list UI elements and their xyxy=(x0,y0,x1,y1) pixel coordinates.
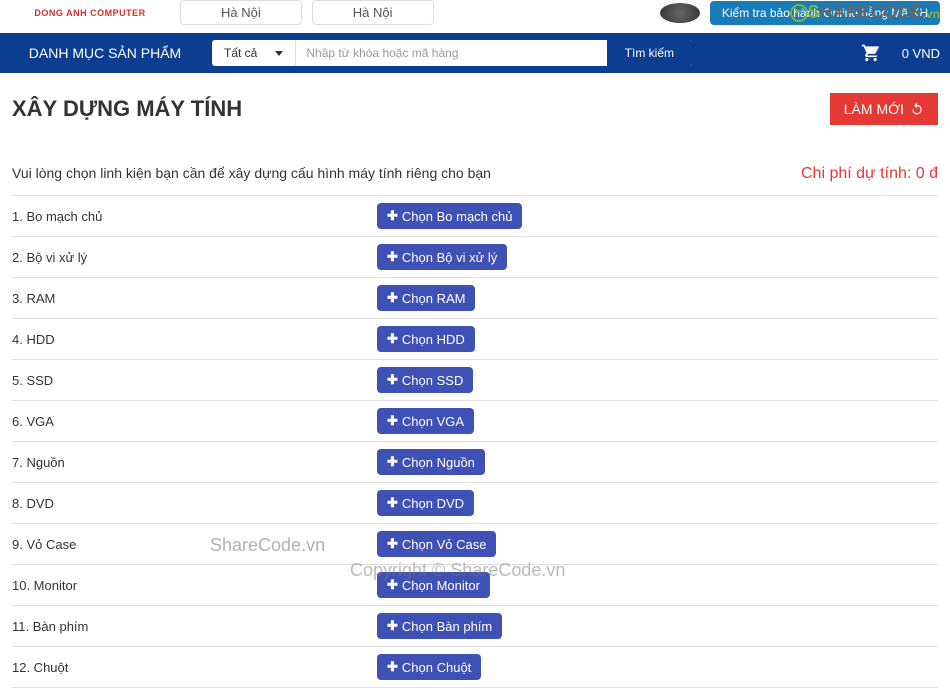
plus-icon: ✚ xyxy=(387,618,398,634)
choose-component-button[interactable]: ✚ Chọn RAM xyxy=(377,285,475,311)
choose-component-button[interactable]: ✚ Chọn Bộ vi xử lý xyxy=(377,244,507,270)
refresh-icon xyxy=(910,102,924,116)
choose-component-button[interactable]: ✚ Chọn DVD xyxy=(377,490,474,516)
plus-icon: ✚ xyxy=(387,413,398,429)
choose-button-label: Chọn Monitor xyxy=(402,578,480,593)
cost-estimate: Chi phí dự tính: 0 đ xyxy=(801,165,938,183)
component-label: 11. Bàn phím xyxy=(12,619,377,634)
choose-button-label: Chọn DVD xyxy=(402,496,464,511)
choose-button-label: Chọn Nguồn xyxy=(402,455,475,470)
component-row: 11. Bàn phím ✚ Chọn Bàn phím xyxy=(12,605,938,646)
logo[interactable]: DONG ANH COMPUTER xyxy=(10,8,170,18)
reset-button-label: LÀM MỚI xyxy=(844,101,904,117)
component-label: 2. Bộ vi xử lý xyxy=(12,250,377,265)
location-select-2[interactable]: Hà Nội xyxy=(312,0,434,25)
choose-component-button[interactable]: ✚ Chọn Vỏ Case xyxy=(377,531,496,557)
plus-icon: ✚ xyxy=(387,331,398,347)
plus-icon: ✚ xyxy=(387,249,398,265)
page-title: XÂY DỰNG MÁY TÍNH xyxy=(12,96,242,122)
cart-area[interactable]: 0 VND xyxy=(860,43,940,63)
plus-icon: ✚ xyxy=(387,495,398,511)
choose-button-label: Chọn HDD xyxy=(402,332,465,347)
choose-button-label: Chọn VGA xyxy=(402,414,464,429)
plus-icon: ✚ xyxy=(387,536,398,552)
plus-icon: ✚ xyxy=(387,372,398,388)
plus-icon: ✚ xyxy=(387,577,398,593)
warranty-check-button[interactable]: Kiểm tra bảo hành Online bằng Mã KH xyxy=(710,1,940,25)
warranty-badge-icon xyxy=(660,3,700,23)
nav-bar: DANH MỤC SẢN PHẨM Tất cả Tìm kiếm 0 VND xyxy=(0,33,950,73)
instruction-row: Vui lòng chọn linh kiện bạn cần để xây d… xyxy=(12,165,938,183)
cart-icon xyxy=(860,43,882,63)
page-body: XÂY DỰNG MÁY TÍNH LÀM MỚI Vui lòng chọn … xyxy=(0,73,950,688)
component-label: 9. Vỏ Case xyxy=(12,537,377,552)
choose-button-label: Chọn Chuột xyxy=(402,660,471,675)
top-bar: DONG ANH COMPUTER Hà Nội Hà Nội Kiểm tra… xyxy=(0,0,950,33)
choose-button-label: Chọn RAM xyxy=(402,291,466,306)
choose-component-button[interactable]: ✚ Chọn Bàn phím xyxy=(377,613,502,639)
components-list: 1. Bo mạch chủ ✚ Chọn Bo mạch chủ 2. Bộ vi … xyxy=(12,195,938,688)
plus-icon: ✚ xyxy=(387,659,398,675)
component-row: 6. VGA ✚ Chọn VGA xyxy=(12,400,938,441)
choose-button-label: Chọn Bo mạch chủ xyxy=(402,209,513,224)
choose-component-button[interactable]: ✚ Chọn Chuột xyxy=(377,654,481,680)
component-row: 9. Vỏ Case ✚ Chọn Vỏ Case xyxy=(12,523,938,564)
choose-button-label: Chọn SSD xyxy=(402,373,463,388)
plus-icon: ✚ xyxy=(387,454,398,470)
choose-component-button[interactable]: ✚ Chọn Bo mạch chủ xyxy=(377,203,522,229)
search-input[interactable] xyxy=(296,40,605,66)
search-category-dropdown[interactable]: Tất cả xyxy=(212,40,296,66)
location-select-1[interactable]: Hà Nội xyxy=(180,0,302,25)
choose-component-button[interactable]: ✚ Chọn Monitor xyxy=(377,572,490,598)
choose-button-label: Chọn Bộ vi xử lý xyxy=(402,250,497,265)
plus-icon: ✚ xyxy=(387,208,398,224)
instruction-text: Vui lòng chọn linh kiện bạn cần để xây d… xyxy=(12,165,491,181)
choose-component-button[interactable]: ✚ Chọn Nguồn xyxy=(377,449,485,475)
location-boxes: Hà Nội Hà Nội xyxy=(180,0,650,25)
component-label: 12. Chuột xyxy=(12,660,377,675)
component-row: 7. Nguồn ✚ Chọn Nguồn xyxy=(12,441,938,482)
cart-total: 0 VND xyxy=(902,46,940,61)
component-row: 8. DVD ✚ Chọn DVD xyxy=(12,482,938,523)
component-label: 6. VGA xyxy=(12,414,377,429)
choose-button-label: Chọn Vỏ Case xyxy=(402,537,487,552)
choose-component-button[interactable]: ✚ Chọn HDD xyxy=(377,326,475,352)
component-label: 1. Bo mạch chủ xyxy=(12,209,377,224)
component-label: 5. SSD xyxy=(12,373,377,388)
logo-text: DONG ANH COMPUTER xyxy=(10,8,170,18)
component-row: 3. RAM ✚ Chọn RAM xyxy=(12,277,938,318)
component-label: 8. DVD xyxy=(12,496,377,511)
component-label: 7. Nguồn xyxy=(12,455,377,470)
component-row: 4. HDD ✚ Chọn HDD xyxy=(12,318,938,359)
choose-button-label: Chọn Bàn phím xyxy=(402,619,492,634)
choose-component-button[interactable]: ✚ Chọn SSD xyxy=(377,367,473,393)
category-menu-label[interactable]: DANH MỤC SẢN PHẨM xyxy=(10,45,200,61)
search-button[interactable]: Tìm kiếm xyxy=(606,40,692,66)
component-row: 10. Monitor ✚ Chọn Monitor xyxy=(12,564,938,605)
component-label: 4. HDD xyxy=(12,332,377,347)
component-row: 2. Bộ vi xử lý ✚ Chọn Bộ vi xử lý xyxy=(12,236,938,277)
plus-icon: ✚ xyxy=(387,290,398,306)
component-label: 10. Monitor xyxy=(12,578,377,593)
reset-button[interactable]: LÀM MỚI xyxy=(830,93,938,125)
title-row: XÂY DỰNG MÁY TÍNH LÀM MỚI xyxy=(12,93,938,125)
component-row: 12. Chuột ✚ Chọn Chuột xyxy=(12,646,938,688)
choose-component-button[interactable]: ✚ Chọn VGA xyxy=(377,408,474,434)
search-box: Tất cả Tìm kiếm xyxy=(212,40,692,66)
component-label: 3. RAM xyxy=(12,291,377,306)
component-row: 1. Bo mạch chủ ✚ Chọn Bo mạch chủ xyxy=(12,195,938,236)
component-row: 5. SSD ✚ Chọn SSD xyxy=(12,359,938,400)
